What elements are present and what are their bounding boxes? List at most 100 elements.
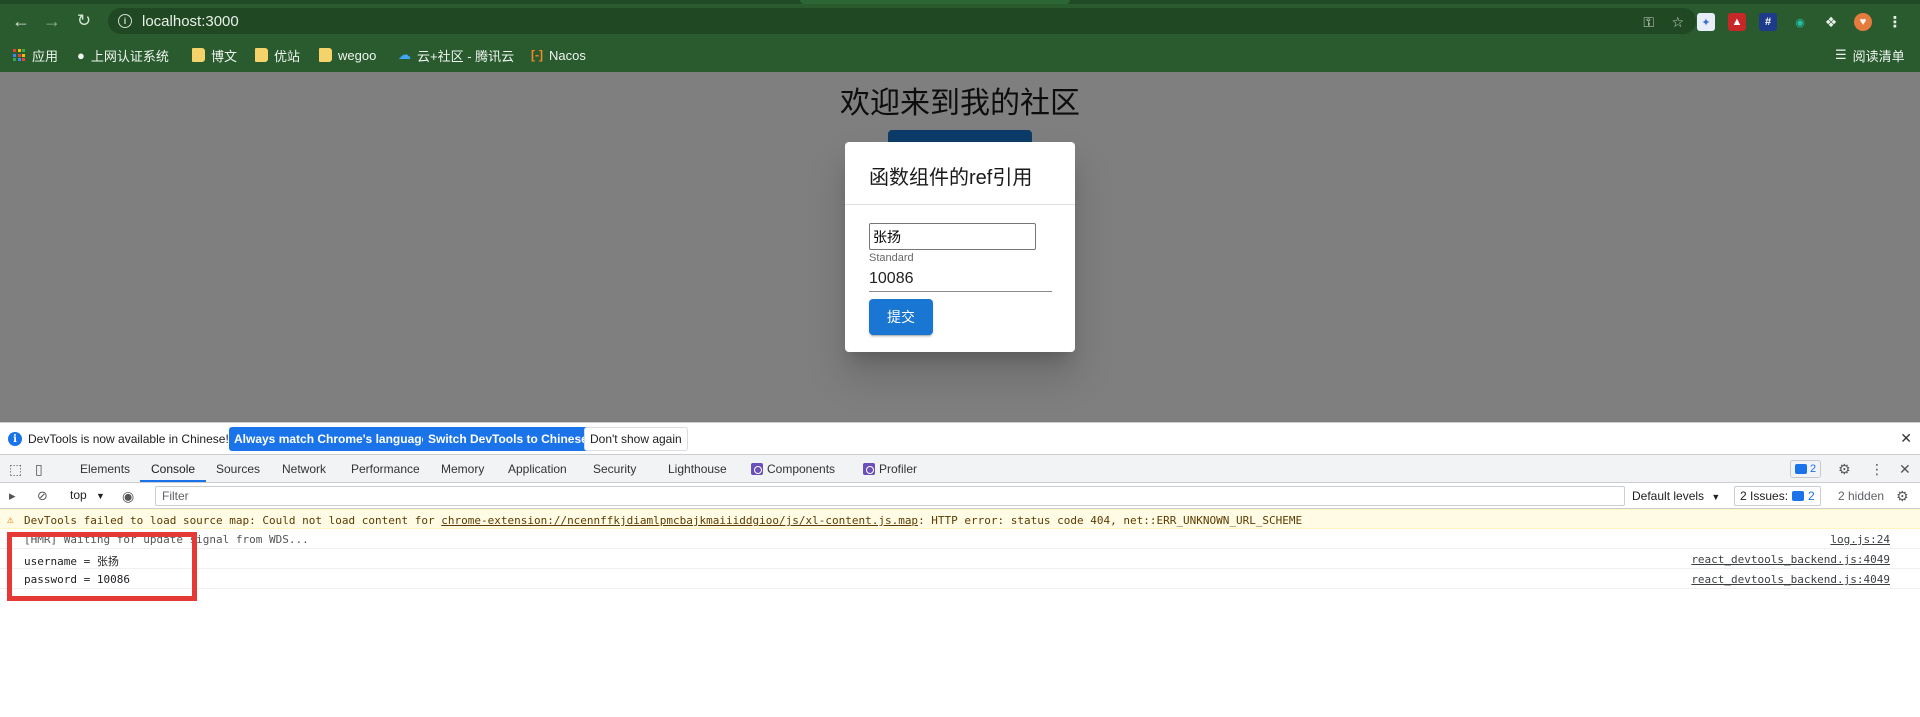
chevron-down-icon: ▼ <box>96 491 105 501</box>
dont-show-again-button[interactable]: Don't show again <box>584 427 688 451</box>
console-settings-gear-icon[interactable]: ⚙ <box>1896 488 1909 505</box>
tab-security[interactable]: Security <box>593 462 636 476</box>
console-toolbar: ▸ ⊘ top ▼ ◉ Default levels ▼ 2 Issues: 2… <box>0 483 1920 509</box>
tab-components-label: Components <box>767 462 836 476</box>
log-source-link[interactable]: log.js:24 <box>1830 533 1890 546</box>
star-icon[interactable]: ☆ <box>1671 14 1684 31</box>
bookmarks-bar: 应用 ● 上网认证系统 博文 优站 wegoo ☁ 云+社区 - 腾讯云 [-]… <box>0 38 1920 72</box>
log-row: password = 10086 react_devtools_backend.… <box>0 569 1920 589</box>
issues-message-icon <box>1792 491 1805 501</box>
dialog-divider <box>845 204 1075 205</box>
language-infobar: i DevTools is now available in Chinese! … <box>0 423 1920 455</box>
log-source-link[interactable]: react_devtools_backend.js:4049 <box>1691 573 1890 586</box>
source-map-link[interactable]: chrome-extension://ncennffkjdiamlpmcbajk… <box>441 514 918 527</box>
browser-toolbar: ← → ↻ i localhost:3000 ⚿ ☆ ✦ ▲ # ◉ ❖ ♥ ⋮ <box>0 4 1920 38</box>
tab-elements[interactable]: Elements <box>80 462 130 476</box>
bookmark-folder-wegoo[interactable]: wegoo <box>319 46 376 64</box>
more-options-icon[interactable]: ⋮ <box>1870 461 1884 478</box>
warning-triangle-icon: ⚠ <box>7 513 14 526</box>
tab-components[interactable]: Components <box>751 462 835 476</box>
filter-input[interactable] <box>155 486 1625 506</box>
bookmark-apps[interactable]: 应用 <box>13 46 58 64</box>
bookmark-folder-blog[interactable]: 博文 <box>192 46 237 64</box>
warning-suffix: : HTTP error: status code 404, net::ERR_… <box>918 514 1303 527</box>
issues-button[interactable]: 2 Issues: 2 <box>1734 486 1821 506</box>
bookmark-folder-sites[interactable]: 优站 <box>255 46 300 64</box>
bookmark-label: 云+社区 - 腾讯云 <box>417 48 515 64</box>
switch-chinese-button[interactable]: Switch DevTools to Chinese <box>423 427 593 451</box>
tab-lighthouse[interactable]: Lighthouse <box>668 462 727 476</box>
clear-console-icon[interactable]: ⊘ <box>37 488 48 504</box>
tab-network[interactable]: Network <box>282 462 326 476</box>
folder-icon <box>255 48 268 62</box>
log-levels-dropdown[interactable]: Default levels ▼ <box>1632 489 1720 503</box>
bookmark-label: wegoo <box>338 47 377 63</box>
log-source-link[interactable]: react_devtools_backend.js:4049 <box>1691 553 1890 566</box>
bookmark-tencent-cloud[interactable]: ☁ 云+社区 - 腾讯云 <box>398 46 514 64</box>
settings-gear-icon[interactable]: ⚙ <box>1838 461 1851 478</box>
bookmark-label: 博文 <box>211 48 238 64</box>
folder-icon <box>192 48 205 62</box>
username-input[interactable] <box>869 223 1036 250</box>
reading-list[interactable]: ☰ 阅读清单 <box>1835 46 1905 64</box>
bookmark-label: 应用 <box>32 48 59 64</box>
key-icon[interactable]: ⚿ <box>1643 14 1654 31</box>
chrome-menu-icon[interactable]: ⋮ <box>1886 13 1904 31</box>
apps-grid-icon <box>13 49 26 61</box>
extension-bird-icon[interactable]: ✦ <box>1697 13 1715 31</box>
reload-icon[interactable]: ↻ <box>72 9 96 33</box>
devtools-panel: i DevTools is now available in Chinese! … <box>0 422 1920 717</box>
site-info-icon[interactable]: i <box>118 14 132 28</box>
extension-circle-icon[interactable]: ◉ <box>1791 13 1809 31</box>
extension-red-icon[interactable]: ▲ <box>1728 13 1746 31</box>
warning-text: DevTools failed to load source map: Coul… <box>24 514 1302 527</box>
match-language-button[interactable]: Always match Chrome's language <box>229 427 434 451</box>
console-messages: ⚠ DevTools failed to load source map: Co… <box>0 509 1920 589</box>
active-tab-indicator <box>140 480 206 482</box>
message-icon <box>1795 464 1807 474</box>
url-text[interactable]: localhost:3000 <box>142 13 239 30</box>
page-viewport: 欢迎来到我的社区 函数组件的ref引用 Standard 10086 提交 <box>0 72 1920 422</box>
bookmark-label: 优站 <box>274 48 301 64</box>
bookmark-auth-system[interactable]: ● 上网认证系统 <box>77 46 169 64</box>
issues-count: 2 <box>1808 489 1815 503</box>
reading-list-label: 阅读清单 <box>1852 48 1905 64</box>
bookmark-label: 上网认证系统 <box>90 48 169 64</box>
issues-label: 2 Issues: <box>1740 489 1789 503</box>
chevron-down-icon: ▼ <box>1711 492 1721 502</box>
context-value: top <box>70 488 87 502</box>
messages-badge[interactable]: 2 <box>1790 460 1822 478</box>
forward-arrow-icon[interactable]: → <box>40 9 64 33</box>
back-arrow-icon[interactable]: ← <box>9 9 33 33</box>
close-devtools-icon[interactable]: ✕ <box>1899 461 1911 478</box>
log-row: [HMR] Waiting for update signal from WDS… <box>0 529 1920 549</box>
context-selector[interactable]: top ▼ <box>70 488 105 502</box>
close-icon[interactable]: ✕ <box>1900 430 1912 447</box>
password-field[interactable]: 10086 <box>869 268 1052 292</box>
nacos-icon: [-] <box>531 48 543 62</box>
inspect-element-icon[interactable]: ⬚ <box>9 461 22 478</box>
tab-sources[interactable]: Sources <box>216 462 260 476</box>
bookmark-nacos[interactable]: [-] Nacos <box>531 46 586 64</box>
devtools-tab-bar: ⬚ ▯ Elements Console Sources Network Per… <box>0 455 1920 483</box>
profile-avatar-icon[interactable]: ♥ <box>1854 13 1872 31</box>
bookmark-label: Nacos <box>549 47 586 63</box>
submit-button[interactable]: 提交 <box>869 299 933 335</box>
warning-prefix: DevTools failed to load source map: Coul… <box>24 514 442 527</box>
infobar-message: DevTools is now available in Chinese! <box>28 432 229 446</box>
tab-console[interactable]: Console <box>151 462 195 476</box>
reading-list-icon: ☰ <box>1835 47 1847 62</box>
log-row: username = 张扬 react_devtools_backend.js:… <box>0 549 1920 569</box>
eye-icon[interactable]: ◉ <box>122 488 134 505</box>
tab-memory[interactable]: Memory <box>441 462 484 476</box>
sidebar-toggle-icon[interactable]: ▸ <box>9 488 16 504</box>
extensions-puzzle-icon[interactable]: ❖ <box>1822 13 1840 31</box>
address-bar[interactable]: i localhost:3000 ⚿ ☆ <box>108 8 1696 34</box>
globe-icon: ● <box>77 47 85 63</box>
extension-hash-icon[interactable]: # <box>1759 13 1777 31</box>
react-components-icon <box>751 463 763 475</box>
tab-profiler[interactable]: Profiler <box>863 462 917 476</box>
tab-application[interactable]: Application <box>508 462 567 476</box>
tab-performance[interactable]: Performance <box>351 462 420 476</box>
device-toolbar-icon[interactable]: ▯ <box>35 461 43 478</box>
